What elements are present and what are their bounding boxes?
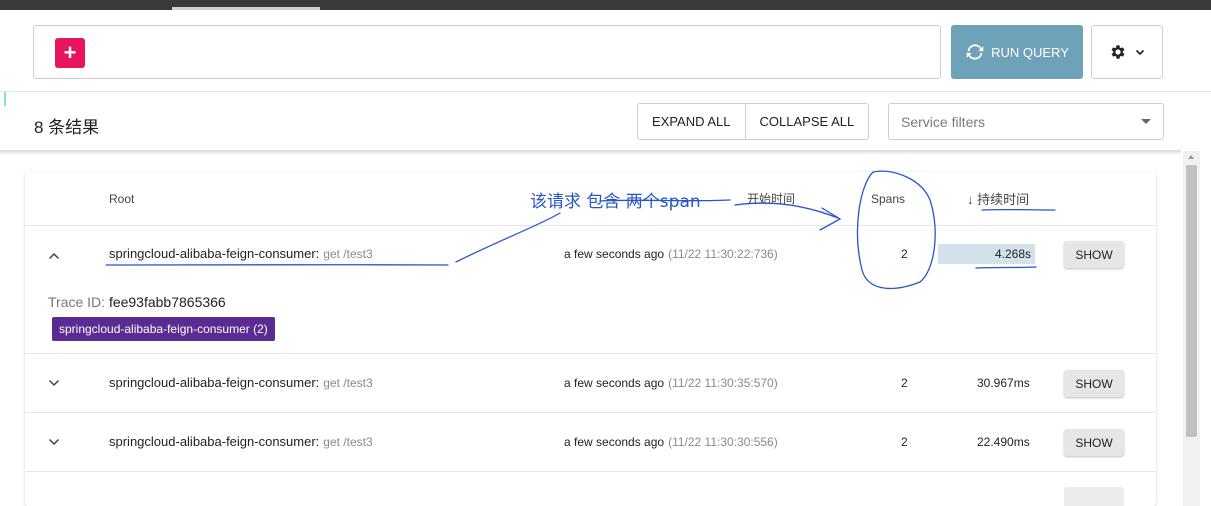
- absolute-time: (11/22 11:30:30:556): [668, 435, 778, 449]
- service-filter-select[interactable]: Service filters: [888, 103, 1164, 140]
- handwritten-annotation: 该请求 包含 两个span: [530, 192, 701, 212]
- duration-value: 22.490ms: [977, 435, 1030, 449]
- query-builder-box[interactable]: +: [33, 25, 941, 79]
- relative-time: a few seconds ago: [564, 376, 665, 390]
- absolute-time: (11/22 11:30:35:570): [668, 376, 778, 390]
- accent-mark: [4, 92, 6, 106]
- table-row[interactable]: [25, 472, 1156, 506]
- scroll-up-arrow-icon[interactable]: [1188, 155, 1194, 159]
- run-query-button[interactable]: RUN QUERY: [951, 25, 1083, 79]
- spans-count: 2: [901, 247, 908, 261]
- traces-table: Root 开始时间 Spans ↓ 持续时间 springcloud-aliba…: [25, 172, 1156, 506]
- operation-name: get /test3: [323, 376, 373, 390]
- expand-row-icon[interactable]: [47, 435, 61, 449]
- expand-row-icon[interactable]: [47, 376, 61, 390]
- spans-count: 2: [901, 435, 908, 449]
- expand-all-button[interactable]: EXPAND ALL: [638, 104, 745, 139]
- relative-time: a few seconds ago: [564, 435, 665, 449]
- dropdown-caret-icon: [1141, 119, 1151, 124]
- show-trace-button[interactable]: SHOW: [1064, 429, 1124, 456]
- service-badge[interactable]: springcloud-alibaba-feign-consumer (2): [52, 317, 275, 341]
- scrollbar-thumb[interactable]: [1186, 165, 1197, 437]
- root-service-cell: springcloud-alibaba-feign-consumer: get /…: [109, 375, 373, 390]
- column-header-duration[interactable]: ↓ 持续时间: [967, 172, 1029, 225]
- trace-id-label: Trace ID:: [48, 294, 106, 310]
- spans-count: 2: [901, 376, 908, 390]
- start-time-cell: a few seconds ago (11/22 11:30:22:736): [564, 247, 778, 261]
- table-row[interactable]: springcloud-alibaba-feign-consumer: get /…: [25, 226, 1156, 354]
- root-service-cell: springcloud-alibaba-feign-consumer: get /…: [109, 434, 373, 449]
- add-criteria-button[interactable]: +: [55, 38, 85, 68]
- show-trace-button[interactable]: [1064, 487, 1124, 506]
- chevron-down-icon: [1135, 49, 1145, 56]
- start-time-cell: a few seconds ago (11/22 11:30:35:570): [564, 376, 778, 390]
- run-query-label: RUN QUERY: [991, 44, 1069, 60]
- service-name: springcloud-alibaba-feign-consumer:: [109, 434, 320, 449]
- duration-value: 4.268s: [995, 247, 1032, 261]
- relative-time: a few seconds ago: [564, 247, 665, 261]
- header-shadow: [0, 150, 1181, 155]
- trace-id: Trace ID: fee93fabb7865366: [48, 294, 226, 310]
- toolbar-divider: [0, 91, 1211, 92]
- show-trace-button[interactable]: SHOW: [1064, 241, 1124, 268]
- active-tab-indicator: [172, 7, 320, 10]
- absolute-time: (11/22 11:30:22:736): [668, 247, 778, 261]
- service-name: springcloud-alibaba-feign-consumer:: [109, 246, 320, 261]
- settings-menu-button[interactable]: [1091, 25, 1163, 79]
- column-header-root[interactable]: Root: [109, 172, 134, 225]
- root-service-cell: springcloud-alibaba-feign-consumer: get /…: [109, 246, 373, 261]
- collapse-row-icon[interactable]: [47, 249, 61, 263]
- collapse-all-button[interactable]: COLLAPSE ALL: [744, 104, 869, 139]
- top-app-bar: [0, 0, 1211, 10]
- duration-value: 30.967ms: [977, 376, 1030, 390]
- expand-collapse-group: EXPAND ALL COLLAPSE ALL: [637, 103, 870, 140]
- column-header-spans[interactable]: Spans: [871, 172, 905, 225]
- operation-name: get /test3: [323, 247, 373, 261]
- service-filter-placeholder: Service filters: [901, 113, 986, 130]
- show-trace-button[interactable]: SHOW: [1064, 370, 1124, 397]
- results-count: 8 条结果: [34, 118, 100, 137]
- table-row[interactable]: springcloud-alibaba-feign-consumer: get /…: [25, 354, 1156, 413]
- scrollbar[interactable]: [1183, 151, 1200, 506]
- operation-name: get /test3: [323, 435, 373, 449]
- start-time-cell: a few seconds ago (11/22 11:30:30:556): [564, 435, 778, 449]
- column-header-start-time[interactable]: 开始时间: [747, 172, 795, 225]
- table-row[interactable]: springcloud-alibaba-feign-consumer: get /…: [25, 413, 1156, 472]
- service-name: springcloud-alibaba-feign-consumer:: [109, 375, 320, 390]
- trace-id-value: fee93fabb7865366: [108, 294, 226, 310]
- refresh-icon: [966, 44, 984, 60]
- gear-icon: [1111, 45, 1125, 59]
